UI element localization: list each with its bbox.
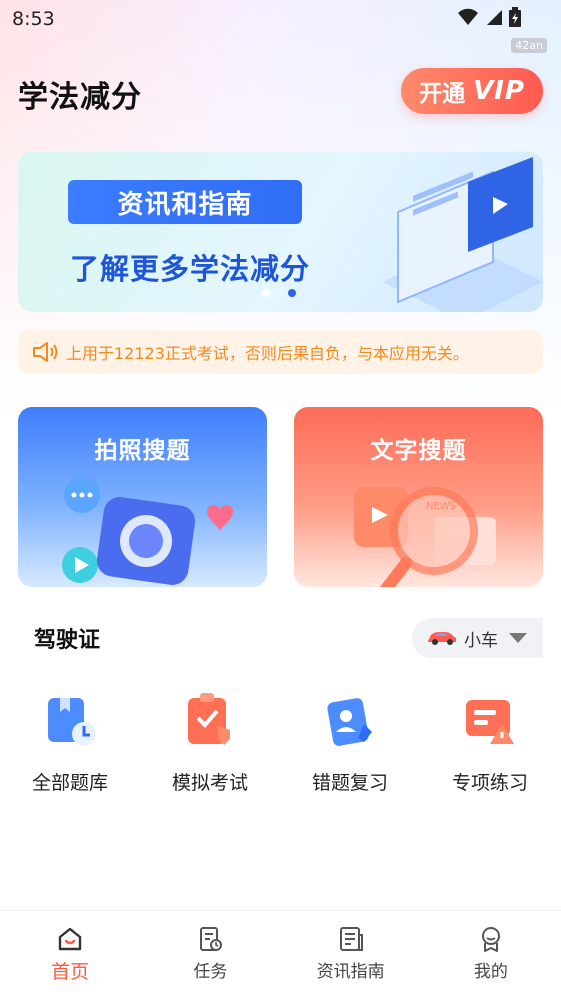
status-bar: 8:53 42an xyxy=(0,0,561,53)
page-title: 学法减分 xyxy=(18,80,142,115)
banner-subtitle: 了解更多学法减分 xyxy=(70,252,311,286)
vehicle-label: 小车 xyxy=(464,630,498,651)
special-practice-icon xyxy=(466,700,514,744)
task-icon xyxy=(200,927,223,951)
battery-icon xyxy=(509,7,521,27)
card-title: 拍照搜题 xyxy=(94,438,191,464)
nav-item-home[interactable]: 首页 xyxy=(0,911,140,1000)
speaker-icon xyxy=(33,342,58,362)
license-section-title: 驾驶证 xyxy=(34,628,101,653)
nav-item-news[interactable]: 资讯指南 xyxy=(281,911,421,1000)
bottom-nav: 首页 任务 资讯指南 我的 xyxy=(0,910,561,1000)
feature-label: 专项练习 xyxy=(451,772,528,794)
carousel-dot[interactable] xyxy=(262,289,270,297)
feature-label: 模拟考试 xyxy=(171,772,248,794)
status-time: 8:53 xyxy=(12,8,55,30)
feature-label: 全部题库 xyxy=(31,772,108,794)
car-icon xyxy=(428,632,456,645)
banner-tag: 资讯和指南 xyxy=(68,180,302,224)
mock-exam-icon xyxy=(188,693,230,745)
magnifier-icon: NEWS xyxy=(354,487,496,587)
nav-label: 我的 xyxy=(473,962,508,982)
nav-label: 首页 xyxy=(51,961,90,983)
status-icons xyxy=(457,7,521,27)
nav-label: 资讯指南 xyxy=(316,962,385,982)
svg-text:NEWS: NEWS xyxy=(426,501,456,512)
news-icon xyxy=(339,927,363,951)
feature-question-bank[interactable]: 全部题库 xyxy=(0,690,140,795)
question-bank-icon xyxy=(48,698,96,746)
nav-label: 任务 xyxy=(193,962,228,982)
wifi-icon xyxy=(458,8,478,25)
nav-item-task[interactable]: 任务 xyxy=(140,911,280,1000)
signal-icon xyxy=(487,10,502,25)
profile-icon xyxy=(481,927,500,952)
carousel-dots xyxy=(262,289,296,297)
photo-search-card[interactable]: 拍照搜题 xyxy=(18,407,267,587)
computer-illustration-icon xyxy=(383,157,543,312)
feature-wrong-review[interactable]: 错题复习 xyxy=(280,690,420,795)
vip-button[interactable]: 开通 VIP xyxy=(401,68,543,114)
vip-mark: VIP xyxy=(473,76,525,106)
chevron-down-icon xyxy=(509,633,527,643)
wrong-review-icon xyxy=(327,698,372,746)
feature-special-practice[interactable]: 专项练习 xyxy=(420,690,560,795)
feature-label: 错题复习 xyxy=(311,772,388,794)
notice-text: 上用于12123正式考试，否则后果自负，与本应用无关。 xyxy=(66,344,469,363)
carousel-dot-active[interactable] xyxy=(288,289,296,297)
notice-bar: 上用于12123正式考试，否则后果自负，与本应用无关。 xyxy=(18,330,543,374)
home-icon xyxy=(58,927,82,951)
nav-item-profile[interactable]: 我的 xyxy=(421,911,561,1000)
banner-carousel[interactable]: 资讯和指南 了解更多学法减分 xyxy=(18,152,543,312)
vip-button-label: 开通 xyxy=(419,81,466,107)
camera-icon xyxy=(62,477,233,585)
feature-mock-exam[interactable]: 模拟考试 xyxy=(140,690,280,795)
card-title: 文字搜题 xyxy=(370,438,467,464)
vehicle-selector[interactable]: 小车 xyxy=(412,618,543,658)
text-search-card[interactable]: 文字搜题 NEWS xyxy=(294,407,543,587)
status-badge: 42an xyxy=(511,38,547,53)
